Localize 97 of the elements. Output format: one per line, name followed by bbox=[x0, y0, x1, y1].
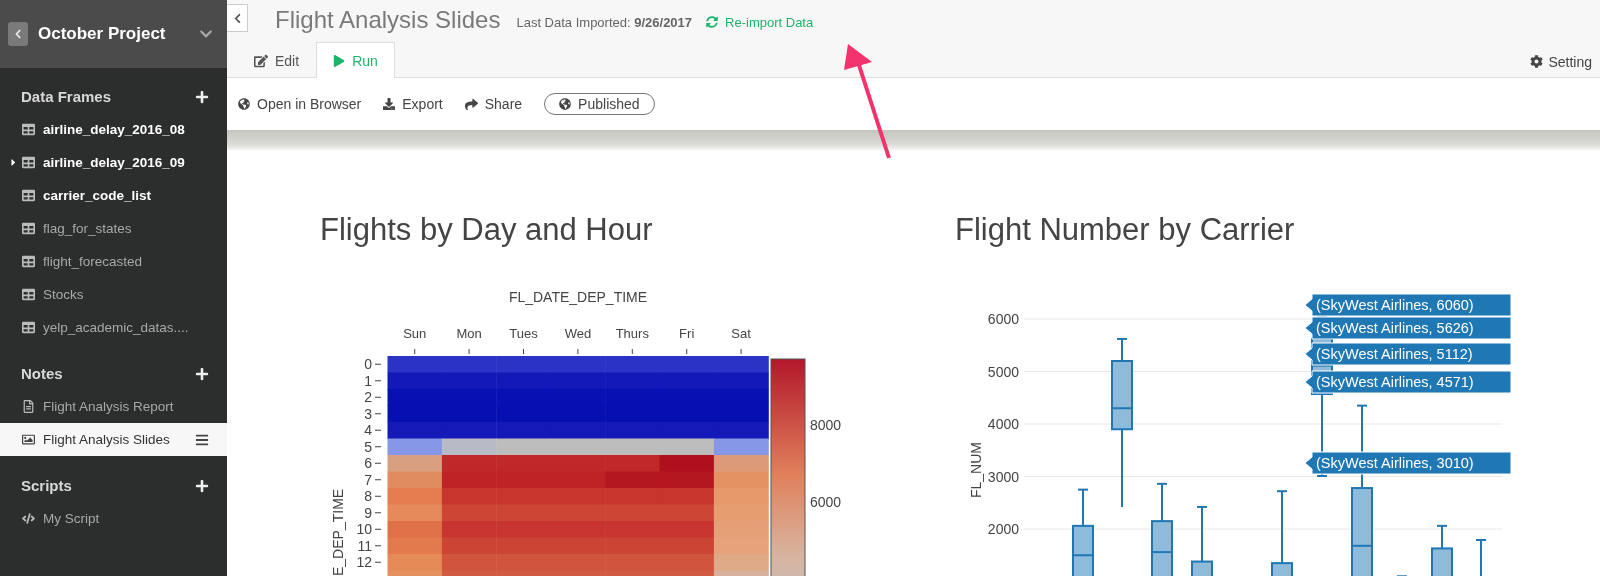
boxplot-box bbox=[1191, 505, 1213, 576]
item-label: Stocks bbox=[43, 287, 85, 302]
axis-label: 5 bbox=[364, 438, 372, 455]
back-button[interactable] bbox=[8, 22, 28, 46]
edit-icon bbox=[254, 53, 268, 68]
project-name: October Project bbox=[38, 24, 167, 44]
axis-label: 11 bbox=[357, 537, 372, 554]
section-title: Notes bbox=[21, 365, 63, 382]
menu-icon[interactable] bbox=[195, 432, 209, 447]
axis-label: 6000 bbox=[810, 494, 842, 510]
tooltip: (SkyWest Airlines, 4571) bbox=[1304, 370, 1512, 394]
image-icon bbox=[22, 433, 35, 446]
item-label: carrier_code_list bbox=[43, 188, 153, 203]
axis-label: Wed bbox=[564, 326, 592, 341]
chart-title: Flight Number by Carrier bbox=[955, 211, 1296, 249]
item-label: flag_for_states bbox=[43, 221, 133, 236]
axis-title: E_DEP_TIME bbox=[330, 488, 346, 576]
globe-icon bbox=[559, 98, 572, 110]
table-icon bbox=[22, 255, 35, 268]
section-title: Scripts bbox=[21, 477, 72, 494]
boxplot-box bbox=[1475, 539, 1487, 576]
axis-label: 8000 bbox=[810, 417, 842, 433]
item-label: My Script bbox=[43, 511, 101, 526]
tab[interactable]: Edit bbox=[237, 42, 317, 78]
axis-label: 2000 bbox=[987, 521, 1019, 537]
axis-label: 7 bbox=[364, 471, 372, 488]
item-label: airline_delay_2016_08 bbox=[43, 122, 186, 137]
sidebar-item[interactable]: My Script bbox=[0, 502, 227, 535]
item-label: yelp_academic_datas.... bbox=[43, 320, 190, 335]
sidebar-item[interactable]: Flight Analysis Slides bbox=[0, 423, 227, 456]
sidebar-item[interactable]: yelp_academic_datas.... bbox=[0, 311, 227, 344]
sidebar-item[interactable]: airline_delay_2016_09 bbox=[0, 146, 227, 179]
tooltip: (SkyWest Airlines, 5112) bbox=[1304, 342, 1512, 366]
section-title: Data Frames bbox=[21, 88, 112, 105]
sidebar-item[interactable]: carrier_code_list bbox=[0, 179, 227, 212]
axis-label: Fri bbox=[679, 326, 695, 341]
axis-label: 8 bbox=[364, 488, 372, 505]
item-label: Flight Analysis Report bbox=[43, 399, 175, 414]
download-icon bbox=[383, 98, 396, 110]
axis-title: FL_NUM bbox=[968, 442, 984, 498]
table-icon bbox=[22, 156, 35, 169]
axis-label: Thurs bbox=[615, 326, 649, 341]
axis-label: 10 bbox=[356, 521, 372, 538]
code-icon bbox=[22, 512, 35, 525]
settings-icon bbox=[1530, 55, 1544, 68]
status-badge[interactable]: Published bbox=[544, 93, 655, 115]
chart-title: Flights by Day and Hour bbox=[320, 211, 654, 249]
axis-label: Tues bbox=[509, 326, 538, 341]
toolbar-button[interactable]: Share bbox=[464, 96, 523, 112]
toolbar-button[interactable]: Open in Browser bbox=[238, 96, 362, 112]
add-icon[interactable] bbox=[195, 478, 209, 493]
axis-label: 3 bbox=[364, 405, 372, 422]
axis-label: 1 bbox=[364, 372, 372, 389]
axis-label: Mon bbox=[456, 326, 482, 341]
item-label: flight_forecasted bbox=[43, 254, 144, 269]
tooltip: (SkyWest Airlines, 6060) bbox=[1304, 293, 1512, 317]
back-icon bbox=[13, 29, 23, 39]
sidebar-item[interactable]: Stocks bbox=[0, 278, 227, 311]
axis-label: 6 bbox=[364, 455, 372, 472]
share-icon bbox=[464, 97, 478, 111]
add-icon[interactable] bbox=[195, 366, 209, 381]
axis-label: 2 bbox=[364, 389, 372, 406]
globe-icon bbox=[238, 98, 250, 110]
page-title: Flight Analysis Slides bbox=[275, 6, 501, 34]
setting-button[interactable]: Setting bbox=[1522, 53, 1600, 70]
tooltip: (SkyWest Airlines, 3010) bbox=[1304, 451, 1512, 475]
toolbar-button[interactable]: Export bbox=[383, 96, 443, 112]
document-icon bbox=[22, 400, 35, 413]
table-icon bbox=[22, 288, 35, 301]
axis-label: 12 bbox=[356, 554, 372, 571]
table-icon bbox=[22, 189, 35, 202]
sidebar-item[interactable]: Flight Analysis Report bbox=[0, 390, 227, 423]
axis-title: FL_DATE_DEP_TIME bbox=[508, 289, 648, 305]
axis-label: 9 bbox=[364, 504, 372, 521]
boxplot-box bbox=[1431, 524, 1453, 576]
axis-label: 5000 bbox=[987, 363, 1019, 380]
import-info: Last Data Imported: 9/26/2017 bbox=[516, 14, 693, 30]
table-icon bbox=[22, 222, 35, 235]
sidebar-item[interactable]: flag_for_states bbox=[0, 212, 227, 245]
play-icon bbox=[333, 54, 346, 67]
axis-label: 0 bbox=[364, 356, 372, 373]
sidebar-item[interactable]: airline_delay_2016_08 bbox=[0, 113, 227, 146]
collapse-button[interactable] bbox=[227, 4, 248, 32]
table-icon bbox=[22, 321, 35, 334]
axis-label: 3000 bbox=[987, 468, 1019, 485]
table-icon bbox=[22, 123, 35, 136]
axis-label: Sun bbox=[403, 326, 427, 341]
axis-label: 4000 bbox=[987, 416, 1019, 432]
add-icon[interactable] bbox=[195, 89, 209, 104]
item-label: airline_delay_2016_09 bbox=[43, 155, 186, 170]
axis-label: Sat bbox=[731, 326, 751, 341]
axis-label: 6000 bbox=[987, 311, 1019, 327]
item-label: Flight Analysis Slides bbox=[43, 432, 171, 447]
sidebar-item[interactable]: flight_forecasted bbox=[0, 245, 227, 278]
tooltip: (SkyWest Airlines, 5626) bbox=[1304, 316, 1512, 340]
axis-label: 4 bbox=[364, 422, 372, 439]
refresh-icon bbox=[706, 16, 719, 28]
